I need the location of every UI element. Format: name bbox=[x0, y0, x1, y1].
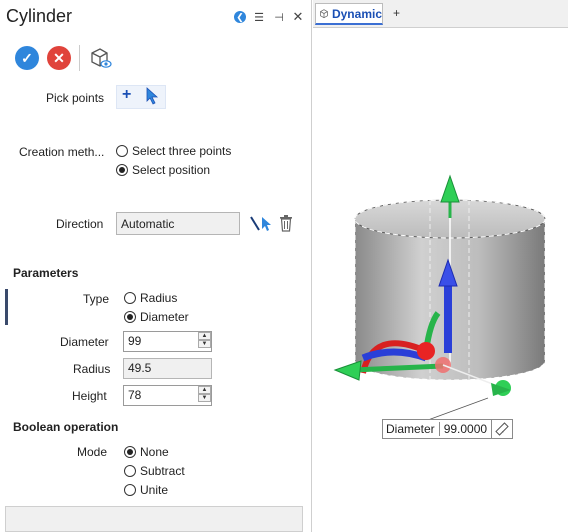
cube-icon bbox=[320, 9, 328, 19]
cylinder-scene[interactable] bbox=[313, 28, 568, 532]
diameter-label: Diameter bbox=[60, 335, 109, 349]
menu-icon[interactable]: ☰ bbox=[253, 11, 265, 24]
cancel-button[interactable]: ✕ bbox=[47, 46, 71, 70]
red-center-handle[interactable] bbox=[417, 342, 435, 360]
spin-up-icon[interactable]: ▲ bbox=[198, 332, 211, 340]
pick-points-label: Pick points bbox=[46, 91, 105, 105]
radio-dot[interactable] bbox=[116, 145, 128, 157]
diameter-stepper[interactable]: 99 ▲ ▼ bbox=[123, 331, 212, 352]
properties-panel: Cylinder ❮ ☰ ⊣ ✕ ✓ ✕ Pick points + Creat… bbox=[0, 0, 312, 532]
direction-label: Direction bbox=[56, 217, 104, 231]
spin-up-icon[interactable]: ▲ bbox=[198, 386, 211, 394]
pick-cursor-icon[interactable] bbox=[145, 87, 159, 108]
radio-dot[interactable] bbox=[116, 164, 128, 176]
radio-dot[interactable] bbox=[124, 484, 136, 496]
radio-dot[interactable] bbox=[124, 446, 136, 458]
radio-label: Diameter bbox=[140, 310, 189, 324]
radio-label: Unite bbox=[140, 483, 169, 497]
back-icon[interactable]: ❮ bbox=[234, 11, 246, 23]
radio-mode-none[interactable]: None bbox=[124, 445, 169, 459]
spin-down-icon[interactable]: ▼ bbox=[198, 394, 211, 402]
add-tab-button[interactable]: + bbox=[393, 6, 400, 20]
add-point-icon[interactable]: + bbox=[122, 86, 131, 104]
radio-label: Select position bbox=[132, 163, 211, 177]
diameter-handle[interactable] bbox=[491, 380, 511, 396]
radio-type-radius[interactable]: Radius bbox=[124, 291, 177, 305]
radio-label: Radius bbox=[140, 291, 178, 305]
radius-field: 49.5 bbox=[123, 358, 212, 379]
section-indicator bbox=[5, 289, 8, 325]
radio-dot[interactable] bbox=[124, 292, 136, 304]
close-icon[interactable]: ✕ bbox=[292, 9, 304, 24]
tab-label: Dynamic bbox=[331, 6, 382, 21]
preview-icon[interactable] bbox=[88, 46, 112, 70]
height-stepper[interactable]: 78 ▲ ▼ bbox=[123, 385, 212, 406]
radio-mode-subtract[interactable]: Subtract bbox=[124, 464, 185, 478]
diameter-dimension-label[interactable]: Diameter 99.0000 bbox=[382, 419, 514, 439]
dim-value[interactable]: 99.0000 bbox=[440, 422, 491, 436]
bottom-panel bbox=[5, 506, 303, 532]
delete-icon[interactable] bbox=[279, 214, 293, 235]
boolean-heading: Boolean operation bbox=[13, 420, 119, 434]
type-label: Type bbox=[83, 292, 110, 306]
diameter-spinner[interactable]: ▲ ▼ bbox=[198, 332, 211, 348]
dimension-leader bbox=[427, 397, 489, 421]
spin-down-icon[interactable]: ▼ bbox=[198, 340, 211, 348]
accept-button[interactable]: ✓ bbox=[15, 46, 39, 70]
direction-pick-icon[interactable] bbox=[249, 214, 273, 237]
tab-dynamic[interactable]: Dynamic bbox=[315, 3, 383, 25]
parameters-heading: Parameters bbox=[13, 266, 79, 280]
mode-label: Mode bbox=[77, 445, 108, 459]
height-spinner[interactable]: ▲ ▼ bbox=[198, 386, 211, 402]
radio-type-diameter[interactable]: Diameter bbox=[124, 310, 189, 324]
height-label: Height bbox=[72, 389, 107, 403]
radio-dot[interactable] bbox=[124, 311, 136, 323]
radio-select-position[interactable]: Select position bbox=[116, 163, 210, 177]
radio-mode-unite[interactable]: Unite bbox=[124, 483, 168, 497]
toolbar-divider bbox=[79, 45, 80, 71]
creation-method-label: Creation meth... bbox=[19, 145, 105, 159]
pin-icon[interactable]: ⊣ bbox=[273, 11, 285, 24]
ruler-icon[interactable] bbox=[491, 420, 512, 438]
radio-select-three-points[interactable]: Select three points bbox=[116, 144, 231, 158]
dim-name: Diameter bbox=[383, 422, 440, 436]
radio-label: None bbox=[140, 445, 169, 459]
radius-label: Radius bbox=[73, 362, 111, 376]
radio-label: Select three points bbox=[132, 144, 232, 158]
direction-field[interactable]: Automatic bbox=[116, 212, 240, 235]
panel-title: Cylinder bbox=[6, 6, 73, 26]
radio-dot[interactable] bbox=[124, 465, 136, 477]
radio-label: Subtract bbox=[140, 464, 185, 478]
